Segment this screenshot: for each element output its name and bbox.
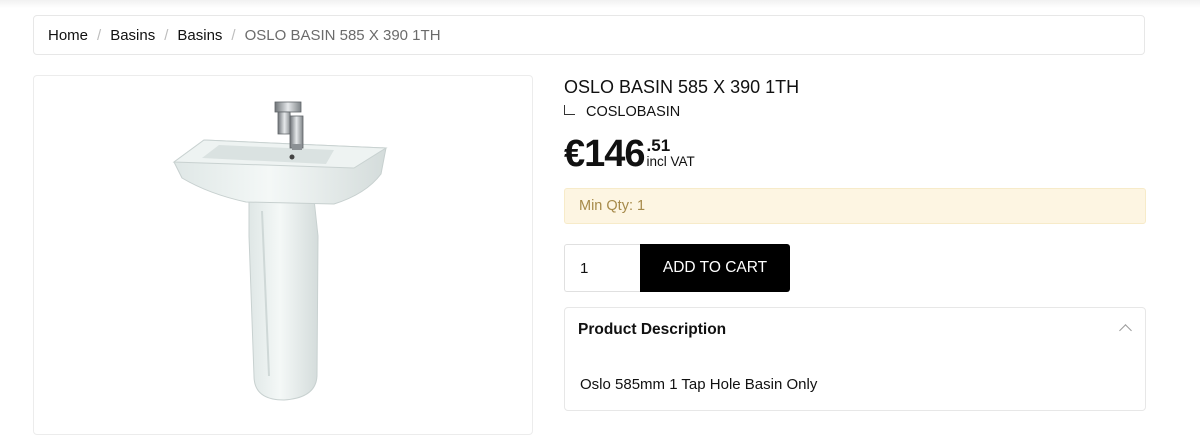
chevron-up-icon[interactable] bbox=[1119, 324, 1132, 337]
min-qty-notice: Min Qty: 1 bbox=[564, 188, 1146, 224]
product-sku: COSLOBASIN bbox=[586, 104, 681, 120]
breadcrumb: Home / Basins / Basins / OSLO BASIN 585 … bbox=[33, 15, 1145, 55]
add-to-cart-button[interactable]: ADD TO CART bbox=[640, 244, 790, 292]
breadcrumb-separator: / bbox=[231, 26, 236, 44]
breadcrumb-home[interactable]: Home bbox=[48, 27, 88, 44]
quantity-input[interactable] bbox=[564, 244, 640, 292]
breadcrumb-separator: / bbox=[97, 26, 102, 44]
price-vat-label: incl VAT bbox=[646, 154, 695, 169]
pedestal-basin-image bbox=[172, 101, 388, 401]
sku-corner-icon bbox=[564, 104, 575, 115]
product-description-title: Product Description bbox=[578, 321, 727, 338]
price-cents: .51 bbox=[646, 136, 671, 155]
breadcrumb-basins-sub[interactable]: Basins bbox=[177, 27, 222, 44]
product-description-toggle[interactable]: Product Description bbox=[565, 308, 1145, 352]
top-shadow bbox=[0, 0, 1200, 8]
product-image-panel[interactable] bbox=[33, 75, 533, 435]
product-title: OSLO BASIN 585 X 390 1TH bbox=[564, 77, 800, 97]
breadcrumb-basins[interactable]: Basins bbox=[110, 27, 155, 44]
product-description-text: Oslo 585mm 1 Tap Hole Basin Only bbox=[580, 376, 818, 393]
breadcrumb-separator: / bbox=[164, 26, 169, 44]
product-sku-row: COSLOBASIN bbox=[564, 104, 680, 120]
product-price: €146 .51 incl VAT bbox=[564, 131, 695, 177]
product-description-panel: Product Description Oslo 585mm 1 Tap Hol… bbox=[564, 307, 1146, 411]
breadcrumb-current: OSLO BASIN 585 X 390 1TH bbox=[244, 26, 441, 44]
price-main: €146 bbox=[564, 133, 646, 175]
